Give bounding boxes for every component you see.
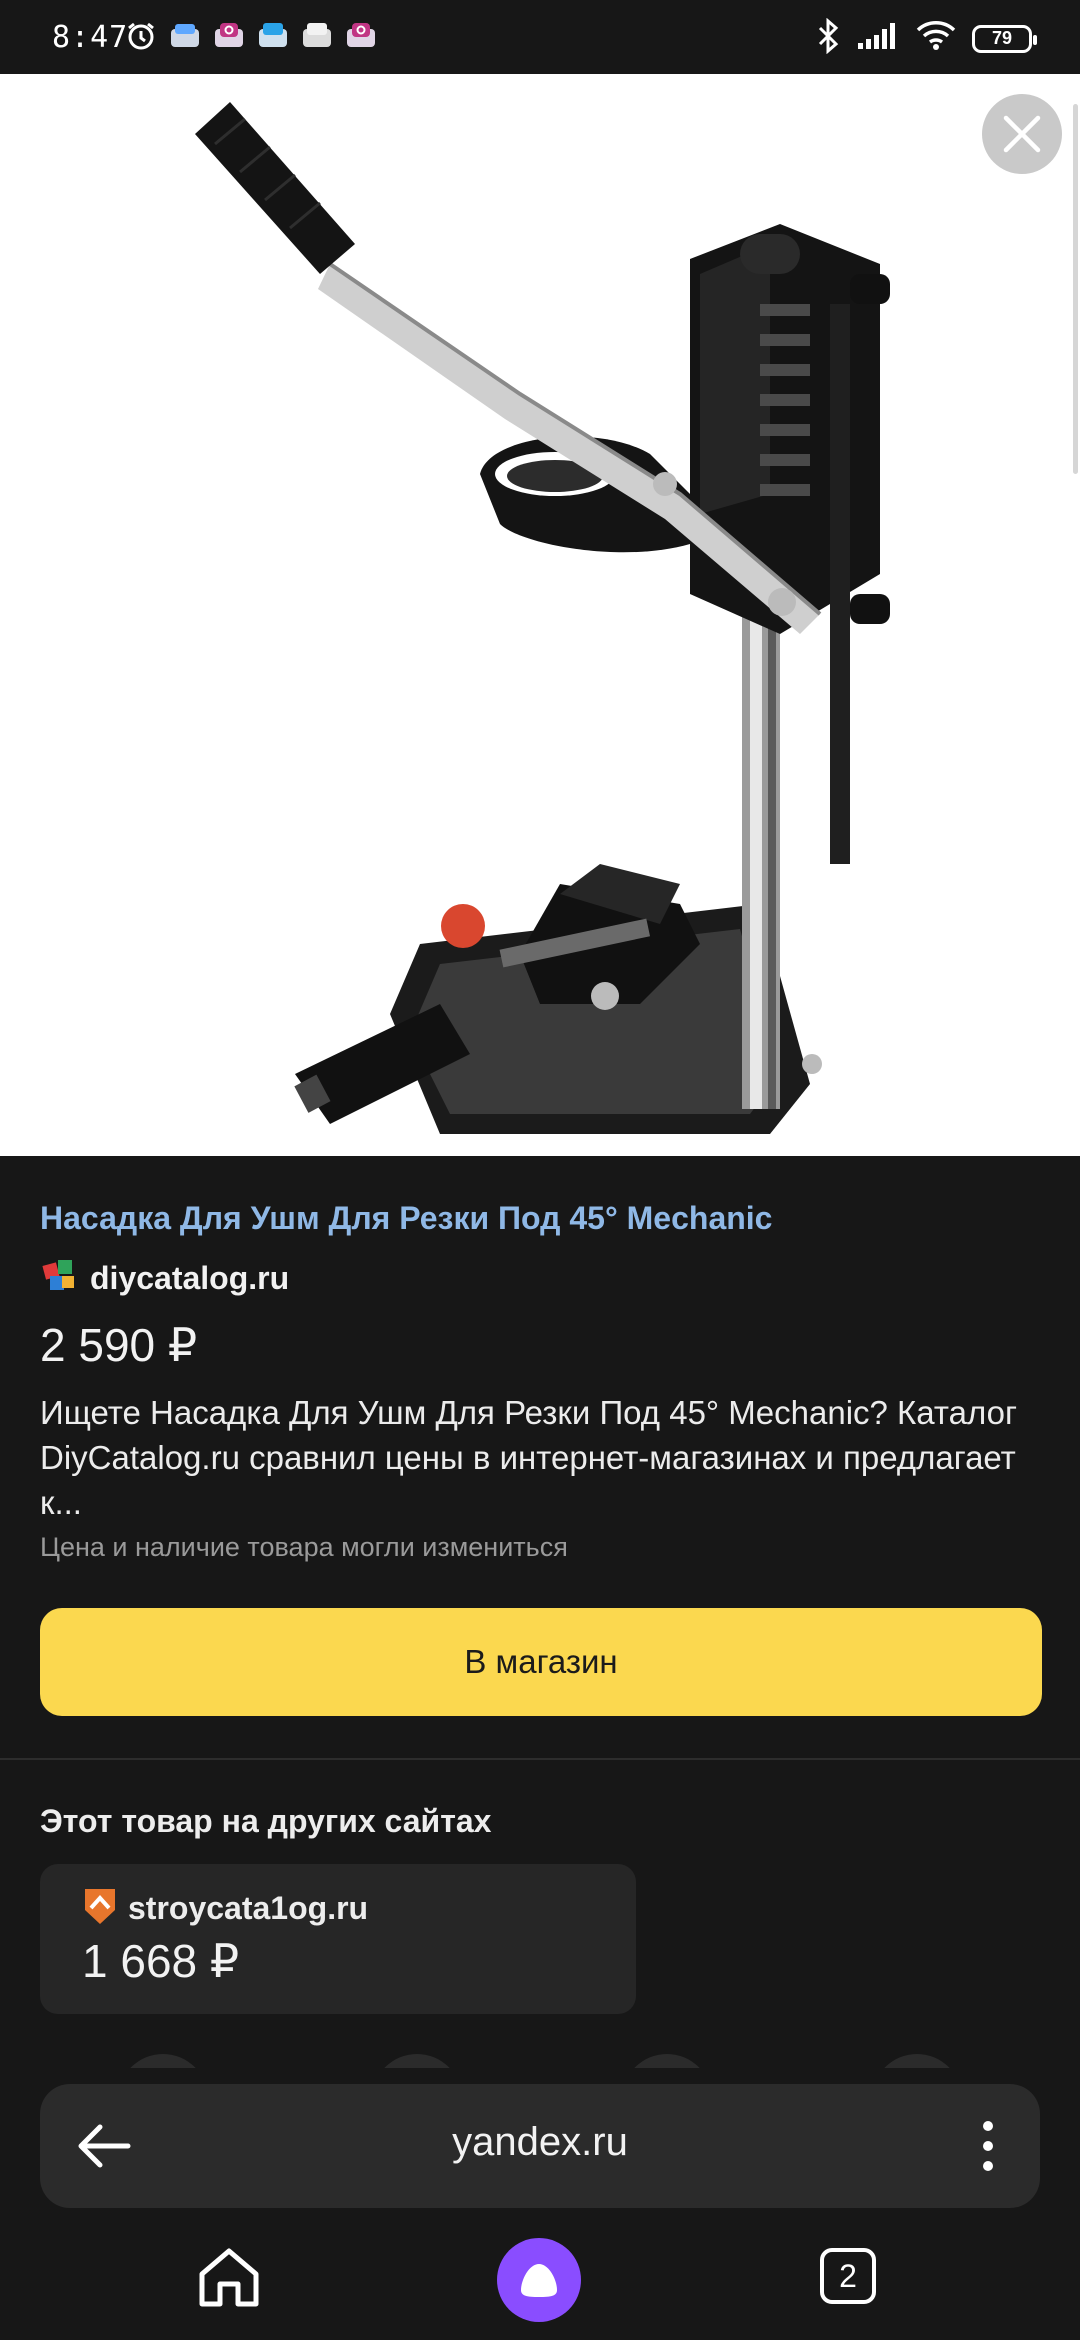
product-image[interactable]	[0, 74, 1080, 1156]
app-notification-icon	[300, 20, 334, 52]
alice-assistant-button[interactable]	[497, 2238, 581, 2322]
home-button[interactable]	[196, 2244, 262, 2310]
wifi-icon	[916, 20, 956, 57]
offer-price: 1 668 ₽	[82, 1935, 240, 1987]
go-to-shop-button[interactable]: В магазин	[40, 1608, 1042, 1716]
next-section-peek	[0, 2054, 1080, 2068]
alice-icon	[521, 2264, 557, 2297]
offer-card[interactable]: stroycata1og.ru 1 668 ₽	[40, 1864, 636, 2014]
product-price: 2 590 ₽	[40, 1319, 198, 1371]
offer-source: stroycata1og.ru	[82, 1886, 368, 1931]
offer-source-name: stroycata1og.ru	[128, 1890, 369, 1926]
stroycatalog-favicon-icon	[82, 1886, 118, 1931]
close-icon	[1003, 115, 1041, 153]
url-text[interactable]: yandex.ru	[40, 2120, 1040, 2165]
system-status-icons: 79	[816, 17, 1037, 59]
peek-item	[622, 2054, 712, 2068]
close-button[interactable]	[982, 94, 1062, 174]
other-sites-heading: Этот товар на других сайтах	[40, 1803, 492, 1839]
peek-item	[872, 2054, 962, 2068]
drill-stand-image	[195, 102, 890, 1134]
product-description: Ищете Насадка Для Ушм Для Резки Под 45° …	[40, 1394, 1018, 1521]
peek-item	[372, 2054, 462, 2068]
product-source[interactable]: diycatalog.ru	[40, 1256, 289, 1301]
more-vertical-icon	[983, 2121, 993, 2171]
app-notification-icon	[256, 20, 290, 52]
status-time: 8:47	[52, 20, 129, 55]
alarm-icon	[124, 20, 158, 52]
bluetooth-icon	[816, 17, 840, 59]
app-notification-icon	[168, 20, 202, 52]
battery-indicator: 79	[972, 24, 1037, 53]
diycatalog-favicon-icon	[40, 1256, 80, 1301]
browser-bottom-nav: 2	[0, 2208, 1080, 2340]
source-name: diycatalog.ru	[90, 1260, 290, 1296]
image-scrollbar[interactable]	[1073, 104, 1078, 474]
section-divider	[0, 1758, 1080, 1760]
product-title-link[interactable]: Насадка Для Ушм Для Резки Под 45° Mechan…	[40, 1200, 772, 1237]
status-bar: 8:47 79	[0, 0, 1080, 74]
browser-url-bar[interactable]: yandex.ru	[40, 2084, 1040, 2208]
instagram-icon	[212, 20, 246, 52]
signal-icon	[856, 21, 900, 56]
price-notice: Цена и наличие товара могли измениться	[40, 1532, 568, 1562]
instagram-icon	[344, 20, 378, 52]
peek-item	[118, 2054, 208, 2068]
tabs-button[interactable]: 2	[820, 2248, 876, 2304]
notification-icons	[124, 20, 378, 52]
more-menu-button[interactable]	[978, 2118, 998, 2174]
home-icon	[199, 2248, 259, 2307]
